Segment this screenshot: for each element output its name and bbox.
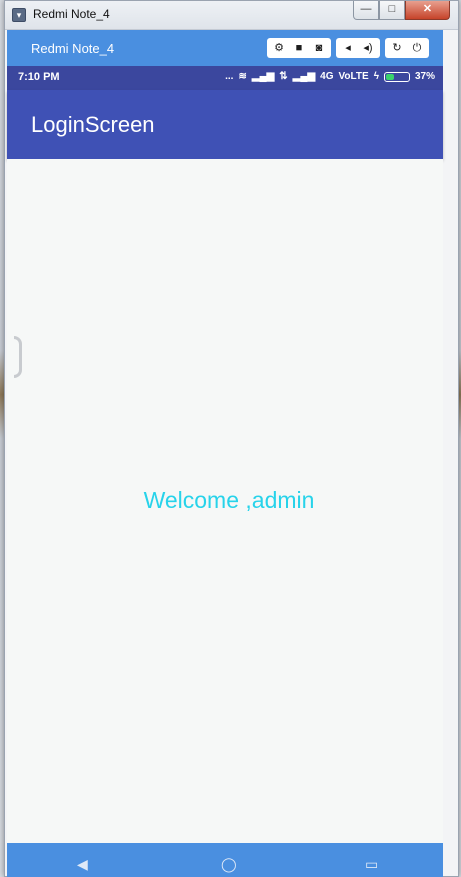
app-toolbar: LoginScreen xyxy=(7,90,443,159)
data-arrows-icon: ⇅ xyxy=(279,71,288,82)
notification-dots: ... xyxy=(225,71,234,82)
android-nav-bar: ◀ ◯ ▭ xyxy=(7,843,443,877)
battery-fill xyxy=(385,73,394,80)
video-icon[interactable]: ■ xyxy=(289,38,309,58)
edge-handle[interactable] xyxy=(14,336,22,378)
recents-icon[interactable]: ▭ xyxy=(365,856,378,873)
window-title: Redmi Note_4 xyxy=(33,7,110,21)
power-icon[interactable]: ⏻ xyxy=(407,38,427,58)
close-button[interactable]: ✕ xyxy=(405,1,450,20)
volte-label: VoLTE xyxy=(338,71,369,82)
emulator-toolbar: Redmi Note_4 ⚙ ■ ◙ ◂ ◂) ↻ ⏻ xyxy=(7,30,443,66)
signal-icon-2: ▂▄▆ xyxy=(292,71,316,82)
rotate-icon[interactable]: ↻ xyxy=(387,38,407,58)
power-tool-group: ↻ ⏻ xyxy=(385,38,429,58)
volume-up-icon[interactable]: ◂) xyxy=(358,38,378,58)
capture-tool-group: ⚙ ■ ◙ xyxy=(267,38,331,58)
minimize-button[interactable]: — xyxy=(353,1,379,20)
android-status-bar: 7:10 PM ... ≋ ▂▄▆ ⇅ ▂▄▆ 4G VoLTE ϟ 37% xyxy=(7,66,443,90)
battery-percent: 37% xyxy=(414,71,435,82)
app-title: LoginScreen xyxy=(31,112,155,137)
settings-icon[interactable]: ⚙ xyxy=(269,38,289,58)
welcome-message: Welcome ,admin xyxy=(143,487,315,513)
status-time: 7:10 PM xyxy=(18,71,60,83)
home-icon[interactable]: ◯ xyxy=(221,856,237,873)
back-icon[interactable]: ◀ xyxy=(77,856,88,873)
volume-tool-group: ◂ ◂) xyxy=(336,38,380,58)
volume-down-icon[interactable]: ◂ xyxy=(338,38,358,58)
network-type: 4G xyxy=(320,71,334,82)
device-name: Redmi Note_4 xyxy=(31,41,115,56)
emulator-tools: ⚙ ■ ◙ ◂ ◂) ↻ ⏻ xyxy=(267,38,429,58)
status-icons: ... ≋ ▂▄▆ ⇅ ▂▄▆ 4G VoLTE ϟ 37% xyxy=(225,71,435,82)
signal-icon: ▂▄▆ xyxy=(251,71,275,82)
maximize-button[interactable]: □ xyxy=(379,1,405,20)
window-titlebar[interactable]: ▾ Redmi Note_4 — □ ✕ xyxy=(5,1,458,30)
window-controls: — □ ✕ xyxy=(353,1,450,20)
charging-icon: ϟ xyxy=(373,71,379,82)
app-window-icon: ▾ xyxy=(12,8,26,22)
camera-icon[interactable]: ◙ xyxy=(309,38,329,58)
main-content: Welcome ,admin xyxy=(7,159,443,843)
battery-icon xyxy=(383,71,410,82)
wifi-icon: ≋ xyxy=(238,71,247,82)
